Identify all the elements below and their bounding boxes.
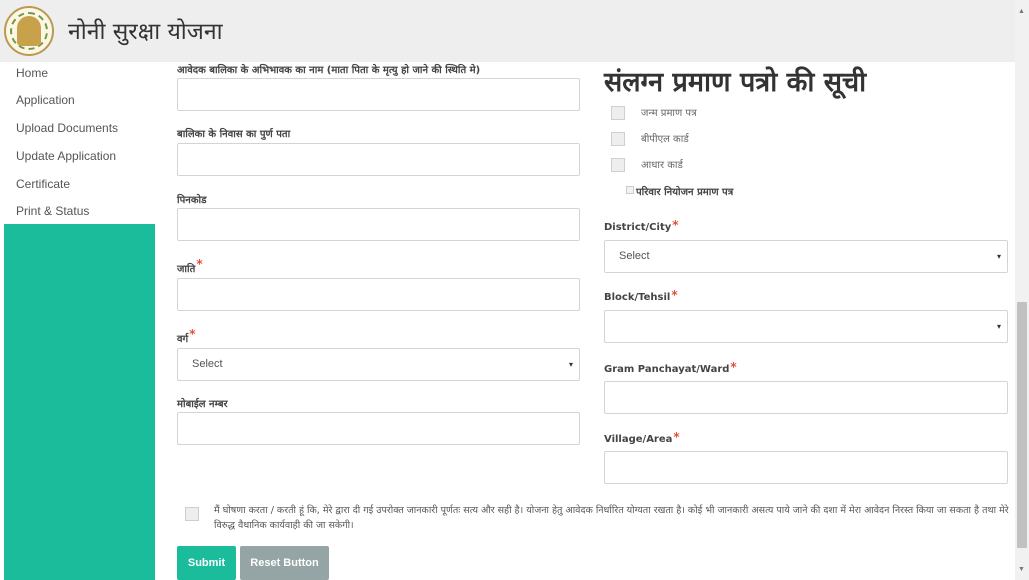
gram-panchayat-label-text: Gram Panchayat/Ward: [604, 364, 730, 375]
sidebar: Home Application Upload Documents Update…: [0, 62, 155, 580]
header-bar: नोनी सुरक्षा योजना: [0, 0, 1015, 62]
doc-label-birth-certificate: जन्म प्रमाण पत्र: [641, 108, 697, 119]
category-label: वर्ग*: [177, 327, 195, 345]
doc-checkbox-family-planning[interactable]: [626, 186, 634, 194]
scroll-down-arrow-icon[interactable]: ▼: [1018, 566, 1025, 573]
required-mark: *: [671, 288, 678, 302]
pincode-label: पिनकोड: [177, 195, 207, 206]
reset-button[interactable]: Reset Button: [240, 546, 329, 580]
declaration-text: मैं घोषणा करता / करती हूं कि, मेरे द्वार…: [214, 505, 1009, 531]
sidebar-item-update-application[interactable]: Update Application: [16, 149, 116, 163]
sidebar-item-home[interactable]: Home: [16, 66, 48, 80]
doc-label-aadhaar-card: आधार कार्ड: [641, 160, 683, 171]
mobile-label: मोबाईल नम्बर: [177, 399, 228, 410]
district-label: District/City*: [604, 218, 679, 236]
emblem-lion-icon: [17, 16, 41, 46]
caste-input[interactable]: [177, 278, 580, 311]
guardian-name-label: आवेदक बालिका के अभिभावक का नाम (माता पित…: [177, 65, 481, 76]
category-select-value: Select: [192, 358, 223, 370]
caste-label-text: जाति: [177, 264, 196, 275]
chevron-down-icon: ▾: [568, 360, 573, 369]
doc-checkbox-aadhaar-card[interactable]: [611, 158, 625, 172]
required-mark: *: [730, 360, 737, 374]
required-mark: *: [189, 327, 196, 341]
district-select[interactable]: Select ▾: [604, 240, 1008, 273]
village-label-text: Village/Area: [604, 434, 673, 445]
category-label-text: वर्ग: [177, 334, 189, 345]
sidebar-item-application[interactable]: Application: [16, 93, 75, 107]
sidebar-item-certificate[interactable]: Certificate: [16, 177, 70, 191]
guardian-name-input[interactable]: [177, 78, 580, 111]
chevron-down-icon: ▾: [996, 322, 1001, 331]
sidebar-item-print-status[interactable]: Print & Status: [16, 204, 89, 218]
village-label: Village/Area*: [604, 430, 680, 448]
gram-panchayat-label: Gram Panchayat/Ward*: [604, 360, 737, 378]
scrollbar-thumb[interactable]: [1017, 302, 1027, 548]
caste-label: जाति*: [177, 257, 203, 275]
block-label: Block/Tehsil*: [604, 288, 678, 306]
doc-checkbox-birth-certificate[interactable]: [611, 106, 625, 120]
category-select[interactable]: Select ▾: [177, 348, 580, 381]
pincode-input[interactable]: [177, 208, 580, 241]
doc-label-bpl-card: बीपीएल कार्ड: [641, 134, 689, 145]
doc-checkbox-bpl-card[interactable]: [611, 132, 625, 146]
submit-button[interactable]: Submit: [177, 546, 236, 580]
gram-panchayat-input[interactable]: [604, 381, 1008, 414]
declaration-checkbox[interactable]: [185, 507, 199, 521]
required-mark: *: [196, 257, 203, 271]
sidebar-nav: Home Application Upload Documents Update…: [0, 62, 155, 224]
brand-title: नोनी सुरक्षा योजना: [68, 19, 223, 45]
sidebar-item-upload-documents[interactable]: Upload Documents: [16, 121, 118, 135]
block-label-text: Block/Tehsil: [604, 292, 671, 303]
state-emblem-logo: [4, 6, 54, 56]
required-mark: *: [673, 430, 680, 444]
village-input[interactable]: [604, 451, 1008, 484]
district-label-text: District/City: [604, 222, 672, 233]
mobile-input[interactable]: [177, 412, 580, 445]
district-select-value: Select: [619, 250, 650, 262]
required-mark: *: [672, 218, 679, 232]
docs-list-title: संलग्न प्रमाण पत्रो की सूची: [604, 67, 867, 98]
doc-label-family-planning: परिवार नियोजन प्रमाण पत्र: [636, 187, 734, 198]
sidebar-green-panel: [4, 224, 155, 580]
address-label: बालिका के निवास का पुर्ण पता: [177, 129, 291, 140]
block-select[interactable]: ▾: [604, 310, 1008, 343]
page-scrollbar[interactable]: ▲ ▼: [1015, 0, 1029, 580]
address-input[interactable]: [177, 143, 580, 176]
scroll-up-arrow-icon[interactable]: ▲: [1018, 8, 1025, 15]
chevron-down-icon: ▾: [996, 252, 1001, 261]
